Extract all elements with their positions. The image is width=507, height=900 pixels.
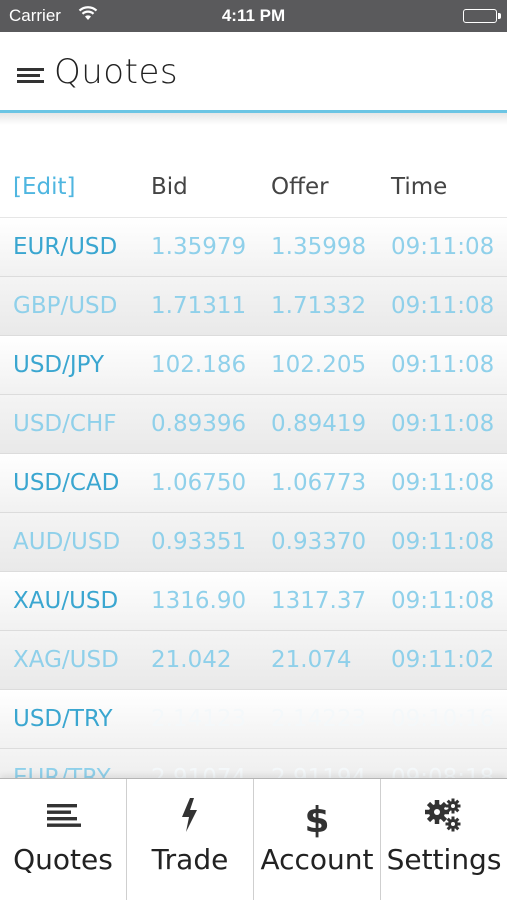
quote-time: 09:10:16 (391, 706, 495, 732)
svg-text:$: $ (304, 800, 329, 839)
quote-row[interactable]: AUD/USD 0.93351 0.93370 09:11:08 (0, 513, 507, 572)
battery-icon (463, 9, 501, 23)
tab-quotes[interactable]: Quotes (0, 779, 126, 900)
quote-time: 09:11:08 (391, 352, 495, 378)
lightning-icon (127, 795, 253, 835)
column-header-offer: Offer (271, 174, 329, 200)
page-title: Quotes (54, 52, 179, 92)
quote-offer: 1.06773 (271, 470, 367, 496)
tab-trade[interactable]: Trade (126, 779, 253, 900)
quote-bid: 2.14123 (151, 706, 247, 732)
quotes-table: [Edit] Bid Offer Time EUR/USD 1.35979 1.… (0, 158, 507, 808)
quote-row[interactable]: XAU/USD 1316.90 1317.37 09:11:08 (0, 572, 507, 631)
quote-bid: 1.06750 (151, 470, 247, 496)
header: Quotes (0, 32, 507, 110)
quote-bid: 1.71311 (151, 293, 247, 319)
tab-label: Account (260, 843, 374, 876)
status-time: 4:11 PM (221, 6, 286, 25)
tab-label: Trade (151, 843, 229, 876)
quote-time: 09:11:08 (391, 529, 495, 555)
quote-row[interactable]: GBP/USD 1.71311 1.71332 09:11:08 (0, 277, 507, 336)
quote-symbol: USD/CHF (13, 411, 117, 437)
tab-settings[interactable]: Settings (380, 779, 507, 900)
quote-symbol: XAU/USD (13, 588, 119, 614)
quote-offer: 102.205 (271, 352, 367, 378)
column-header-time: Time (391, 174, 448, 200)
tab-label: Quotes (13, 843, 113, 876)
gears-icon (381, 795, 507, 835)
column-header-bid: Bid (151, 174, 188, 200)
quote-row[interactable]: USD/TRY 2.14123 2.14223 09:10:16 (0, 690, 507, 749)
quotes-screen: Carrier 4:11 PM Quotes [Edit] Bid Offer … (0, 0, 507, 900)
quote-time: 09:11:08 (391, 293, 495, 319)
menu-icon[interactable] (17, 68, 44, 86)
quote-symbol: USD/TRY (13, 706, 113, 732)
quote-symbol: GBP/USD (13, 293, 118, 319)
quote-time: 09:11:08 (391, 234, 495, 260)
quote-bid: 0.93351 (151, 529, 247, 555)
lines-icon (0, 795, 126, 835)
dollar-icon: $ (254, 795, 380, 839)
quote-offer: 0.93370 (271, 529, 367, 555)
edit-button[interactable]: [Edit] (13, 158, 76, 216)
quote-offer: 2.14223 (271, 706, 367, 732)
quote-symbol: XAG/USD (13, 647, 119, 673)
quote-bid: 21.042 (151, 647, 232, 673)
quote-row[interactable]: EUR/USD 1.35979 1.35998 09:11:08 (0, 218, 507, 277)
quote-time: 09:11:02 (391, 647, 495, 673)
table-header: [Edit] Bid Offer Time (0, 158, 507, 218)
quote-time: 09:11:08 (391, 411, 495, 437)
quote-offer: 1.35998 (271, 234, 367, 260)
quote-offer: 1.71332 (271, 293, 367, 319)
quote-row[interactable]: XAG/USD 21.042 21.074 09:11:02 (0, 631, 507, 690)
quote-time: 09:11:08 (391, 470, 495, 496)
quote-offer: 1317.37 (271, 588, 367, 614)
status-bar: Carrier 4:11 PM (0, 0, 507, 32)
quote-symbol: USD/CAD (13, 470, 120, 496)
header-shadow (0, 113, 507, 125)
quote-symbol: USD/JPY (13, 352, 105, 378)
quote-bid: 1.35979 (151, 234, 247, 260)
quote-time: 09:11:08 (391, 588, 495, 614)
quote-offer: 21.074 (271, 647, 352, 673)
tab-bar: Quotes Trade $ Account Settings (0, 778, 507, 900)
quote-symbol: EUR/USD (13, 234, 118, 260)
quote-row[interactable]: USD/CAD 1.06750 1.06773 09:11:08 (0, 454, 507, 513)
quote-bid: 0.89396 (151, 411, 247, 437)
quote-bid: 102.186 (151, 352, 247, 378)
quote-row[interactable]: USD/CHF 0.89396 0.89419 09:11:08 (0, 395, 507, 454)
quote-row[interactable]: USD/JPY 102.186 102.205 09:11:08 (0, 336, 507, 395)
tab-account[interactable]: $ Account (253, 779, 380, 900)
tab-label: Settings (386, 843, 502, 876)
quote-offer: 0.89419 (271, 411, 367, 437)
quote-symbol: AUD/USD (13, 529, 121, 555)
quote-bid: 1316.90 (151, 588, 247, 614)
